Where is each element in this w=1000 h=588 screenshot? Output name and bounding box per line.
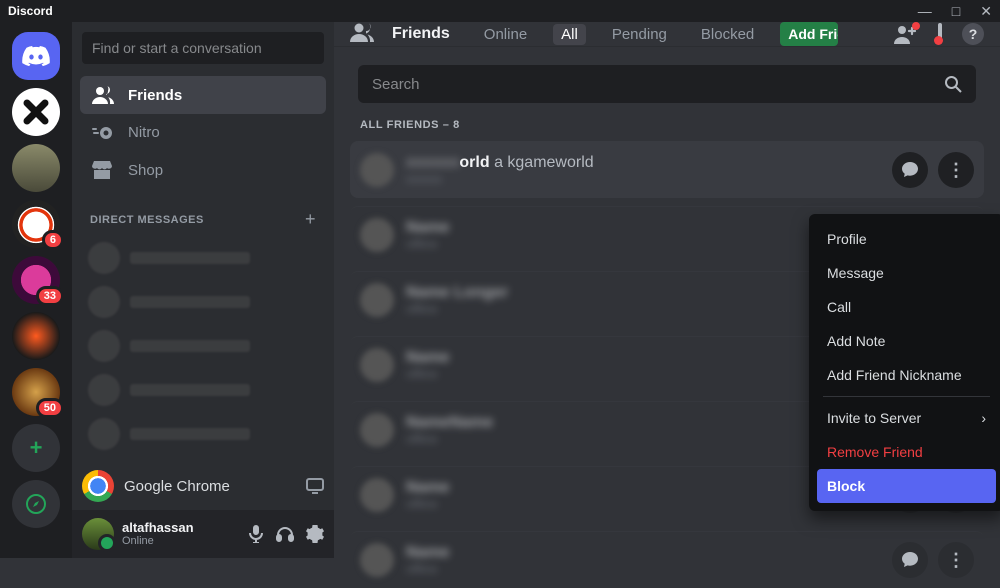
explore-button[interactable] [12, 480, 60, 528]
chevron-right-icon: › [981, 410, 986, 426]
new-group-dm-button[interactable] [894, 24, 918, 44]
friends-icon [92, 86, 114, 104]
inbox-icon [938, 23, 942, 44]
monitor-icon [306, 478, 324, 494]
compass-icon [26, 494, 46, 514]
tab-pending[interactable]: Pending [604, 24, 675, 45]
server-item[interactable]: 33 [12, 256, 60, 304]
discord-logo-icon [22, 45, 50, 67]
main-content: Friends Online All Pending Blocked Add F… [334, 22, 1000, 558]
page-title: Friends [392, 25, 450, 43]
dm-header-label: DIRECT MESSAGES [90, 214, 204, 226]
activity-chrome[interactable]: Google Chrome [72, 462, 334, 510]
app-brand: Discord [8, 4, 53, 18]
server-item[interactable] [12, 144, 60, 192]
activity-label: Google Chrome [124, 478, 230, 495]
chat-bubble-icon [901, 161, 919, 179]
ctx-profile[interactable]: Profile [817, 222, 996, 256]
window-minimize-button[interactable]: — [918, 3, 932, 20]
avatar [360, 153, 394, 187]
friend-subtext: a kgameworld [494, 154, 594, 171]
tab-online[interactable]: Online [476, 24, 535, 45]
ctx-call[interactable]: Call [817, 290, 996, 324]
dm-item[interactable] [80, 282, 326, 322]
friend-row[interactable]: xxxxxxorld a kgameworld xxxxxx ⋮ [350, 141, 984, 198]
unread-badge: 33 [36, 286, 64, 306]
message-button[interactable] [892, 152, 928, 188]
message-button[interactable] [892, 542, 928, 578]
dm-header: DIRECT MESSAGES + [72, 193, 334, 238]
shop-icon [92, 161, 114, 179]
search-placeholder: Search [372, 76, 420, 93]
help-button[interactable]: ? [962, 23, 984, 45]
nav-label: Friends [128, 87, 182, 104]
nav-friends[interactable]: Friends [80, 76, 326, 114]
dm-item[interactable] [80, 326, 326, 366]
nav-nitro[interactable]: Nitro [80, 114, 326, 151]
nav-label: Nitro [128, 124, 160, 141]
server-item[interactable]: 50 [12, 368, 60, 416]
window-close-button[interactable]: ✕ [980, 3, 992, 20]
unread-badge: 6 [42, 230, 64, 250]
server-list: 6 33 50 + [0, 22, 72, 558]
user-avatar[interactable] [82, 518, 114, 550]
ctx-block[interactable]: Block [817, 469, 996, 503]
ctx-invite[interactable]: Invite to Server› [817, 401, 996, 435]
unread-badge: 50 [36, 398, 64, 418]
chrome-icon [82, 470, 114, 502]
tab-blocked[interactable]: Blocked [693, 24, 762, 45]
dm-item[interactable] [80, 414, 326, 454]
home-button[interactable] [12, 32, 60, 80]
server-icon [21, 97, 51, 127]
dm-item[interactable] [80, 238, 326, 278]
ctx-message[interactable]: Message [817, 256, 996, 290]
start-conversation-input[interactable]: Find or start a conversation [82, 32, 324, 64]
friend-search-input[interactable]: Search [358, 65, 976, 103]
ctx-remove-friend[interactable]: Remove Friend [817, 435, 996, 469]
ctx-add-note[interactable]: Add Note [817, 324, 996, 358]
friend-context-menu: Profile Message Call Add Note Add Friend… [809, 214, 1000, 511]
window-maximize-button[interactable]: □ [952, 3, 960, 20]
mute-mic-button[interactable] [248, 525, 264, 543]
user-settings-button[interactable] [306, 525, 324, 543]
titlebar: Discord — □ ✕ [0, 0, 1000, 22]
dm-list [72, 238, 334, 454]
ctx-nickname[interactable]: Add Friend Nickname [817, 358, 996, 392]
add-server-button[interactable]: + [12, 424, 60, 472]
server-item[interactable] [12, 88, 60, 136]
create-dm-button[interactable]: + [305, 209, 316, 230]
friend-row[interactable]: Nameoffline⋮ [350, 531, 984, 588]
friends-icon [350, 22, 374, 46]
deafen-button[interactable] [276, 525, 294, 543]
user-panel: altafhassan Online [72, 510, 334, 558]
dm-item[interactable] [80, 370, 326, 410]
user-status: Online [122, 535, 194, 547]
search-icon [944, 75, 962, 93]
tab-all[interactable]: All [553, 24, 586, 45]
nav-label: Shop [128, 162, 163, 179]
nitro-icon [92, 125, 114, 141]
channel-sidebar: Find or start a conversation Friends Nit… [72, 22, 334, 558]
server-item[interactable] [12, 312, 60, 360]
server-item[interactable]: 6 [12, 200, 60, 248]
more-actions-button[interactable]: ⋮ [938, 152, 974, 188]
separator [823, 396, 990, 397]
user-name: altafhassan [122, 521, 194, 535]
inbox-button[interactable] [938, 25, 942, 43]
nav-shop[interactable]: Shop [80, 151, 326, 189]
friend-name-fragment: orld [459, 154, 489, 171]
friends-topbar: Friends Online All Pending Blocked Add F… [334, 22, 1000, 47]
friends-count-label: ALL FRIENDS – 8 [334, 115, 1000, 135]
add-friend-button[interactable]: Add Friend [780, 22, 838, 46]
more-actions-button[interactable]: ⋮ [938, 542, 974, 578]
